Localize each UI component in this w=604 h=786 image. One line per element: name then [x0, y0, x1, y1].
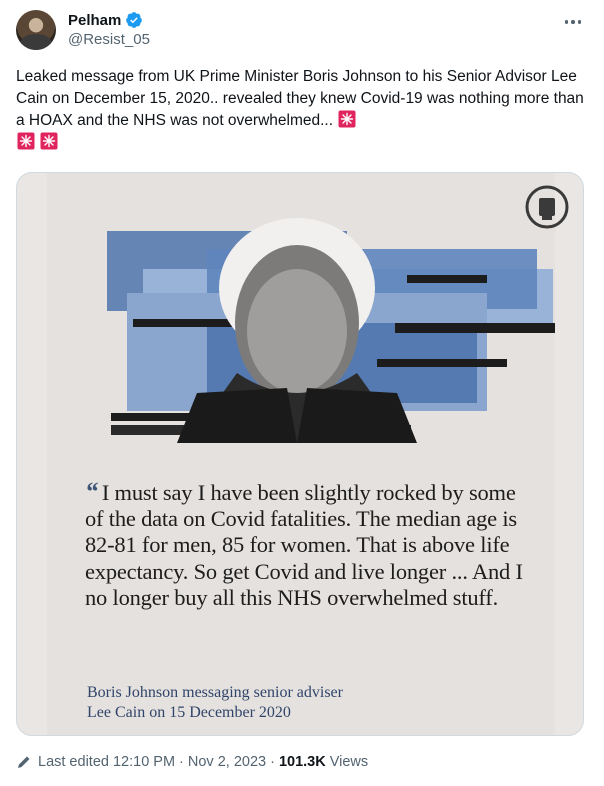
tweet-body: Leaked message from UK Prime Minister Bo… — [16, 68, 584, 129]
footer-separator: · — [179, 754, 184, 770]
more-options-icon[interactable] — [558, 12, 588, 32]
tweet-media[interactable]: “I must say I have been slightly rocked … — [16, 172, 584, 736]
author-name-row[interactable]: Pelham — [68, 11, 143, 29]
quote-card — [47, 173, 569, 735]
quote-body: I must say I have been slightly rocked b… — [85, 480, 523, 610]
author-display-name[interactable]: Pelham — [68, 12, 121, 29]
views-label: Views — [329, 754, 369, 770]
attribution-line-1: Boris Johnson messaging senior adviser — [87, 684, 343, 701]
tweet-date[interactable]: Nov 2, 2023 — [188, 754, 266, 770]
publisher-logo-icon — [525, 185, 569, 229]
edit-pencil-icon — [18, 756, 30, 768]
edited-timestamp[interactable]: Last edited 12:10 PM — [38, 754, 175, 770]
attribution-line-2: Lee Cain on 15 December 2020 — [87, 704, 291, 721]
tweet-footer: Last edited 12:10 PM · Nov 2, 2023 · 101… — [16, 752, 368, 772]
views-count: 101.3K — [278, 754, 326, 770]
police-car-light-icon — [17, 132, 35, 150]
author-handle[interactable]: @Resist_05 — [68, 31, 150, 48]
tweet-header: Pelham @Resist_05 — [16, 8, 588, 56]
verified-badge-icon — [126, 12, 143, 28]
quote-attribution: Boris Johnson messaging senior adviser L… — [87, 683, 507, 723]
quote-card-artwork — [107, 218, 555, 443]
police-car-light-icon — [40, 132, 58, 150]
quote-mark: “ — [85, 477, 98, 506]
quote-text: “I must say I have been slightly rocked … — [85, 477, 525, 611]
footer-separator: · — [270, 754, 275, 770]
police-car-light-icon — [338, 110, 356, 128]
avatar[interactable] — [16, 10, 56, 50]
tweet-text: Leaked message from UK Prime Minister Bo… — [16, 66, 586, 154]
